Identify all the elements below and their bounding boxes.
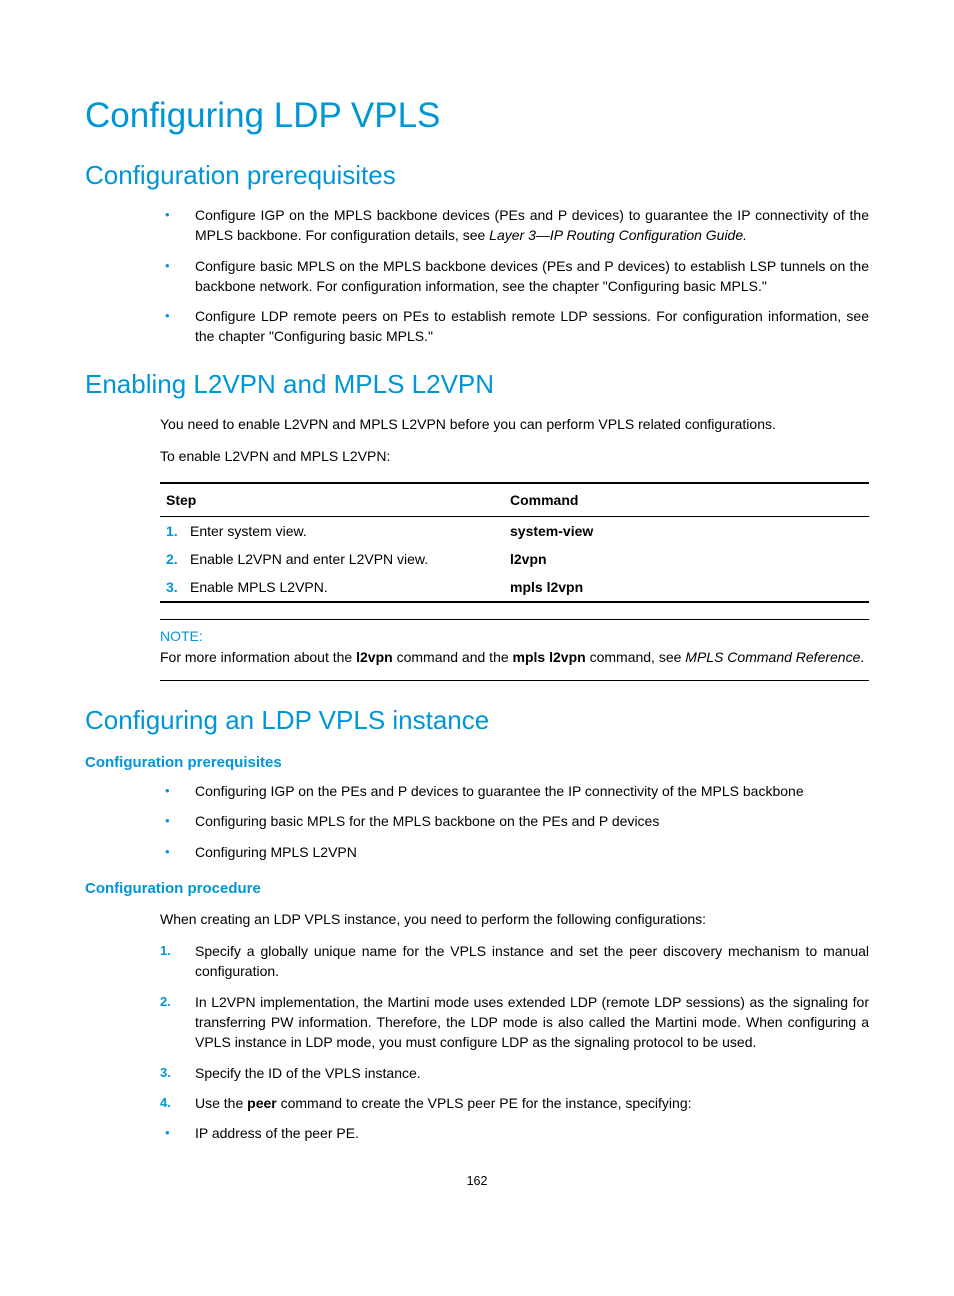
body-text: You need to enable L2VPN and MPLS L2VPN … (85, 414, 869, 434)
section-heading-instance: Configuring an LDP VPLS instance (85, 705, 869, 736)
command-text: mpls l2vpn (504, 573, 869, 602)
command-text: l2vpn (504, 545, 869, 573)
note-block: NOTE: For more information about the l2v… (160, 619, 869, 681)
list-item: Configure basic MPLS on the MPLS backbon… (85, 256, 869, 297)
sub-prereq-list: Configuring IGP on the PEs and P devices… (85, 781, 869, 862)
list-item: Use the peer command to create the VPLS … (85, 1093, 869, 1113)
subsection-heading-prereq: Configuration prerequisites (85, 754, 869, 771)
page-title: Configuring LDP VPLS (85, 96, 869, 136)
list-item: Configuring MPLS L2VPN (85, 842, 869, 862)
note-label: NOTE: (160, 628, 869, 644)
table-row: 2.Enable L2VPN and enter L2VPN view. l2v… (160, 545, 869, 573)
list-item: IP address of the peer PE. (85, 1123, 869, 1143)
list-item: In L2VPN implementation, the Martini mod… (85, 992, 869, 1053)
prereq-list: Configure IGP on the MPLS backbone devic… (85, 205, 869, 347)
note-text: For more information about the l2vpn com… (160, 648, 869, 668)
document-page: Configuring LDP VPLS Configuration prere… (0, 0, 954, 1248)
list-item: Specify a globally unique name for the V… (85, 941, 869, 982)
section-heading-l2vpn: Enabling L2VPN and MPLS L2VPN (85, 369, 869, 400)
page-number: 162 (85, 1174, 869, 1188)
list-item: Configure LDP remote peers on PEs to est… (85, 306, 869, 347)
list-item: Specify the ID of the VPLS instance. (85, 1063, 869, 1083)
body-text: When creating an LDP VPLS instance, you … (85, 909, 869, 929)
list-item: Configuring IGP on the PEs and P devices… (85, 781, 869, 801)
list-item: Configuring basic MPLS for the MPLS back… (85, 811, 869, 831)
command-table: Step Command 1.Enter system view. system… (160, 482, 869, 603)
section-heading-prereq: Configuration prerequisites (85, 160, 869, 191)
procedure-list: Specify a globally unique name for the V… (85, 941, 869, 1143)
command-text: system-view (504, 517, 869, 546)
table-row: 1.Enter system view. system-view (160, 517, 869, 546)
table-row: 3.Enable MPLS L2VPN. mpls l2vpn (160, 573, 869, 602)
list-item: Configure IGP on the MPLS backbone devic… (85, 205, 869, 246)
subsection-heading-procedure: Configuration procedure (85, 880, 869, 897)
table-header-step: Step (160, 483, 504, 517)
table-header-command: Command (504, 483, 869, 517)
body-text: To enable L2VPN and MPLS L2VPN: (85, 446, 869, 466)
